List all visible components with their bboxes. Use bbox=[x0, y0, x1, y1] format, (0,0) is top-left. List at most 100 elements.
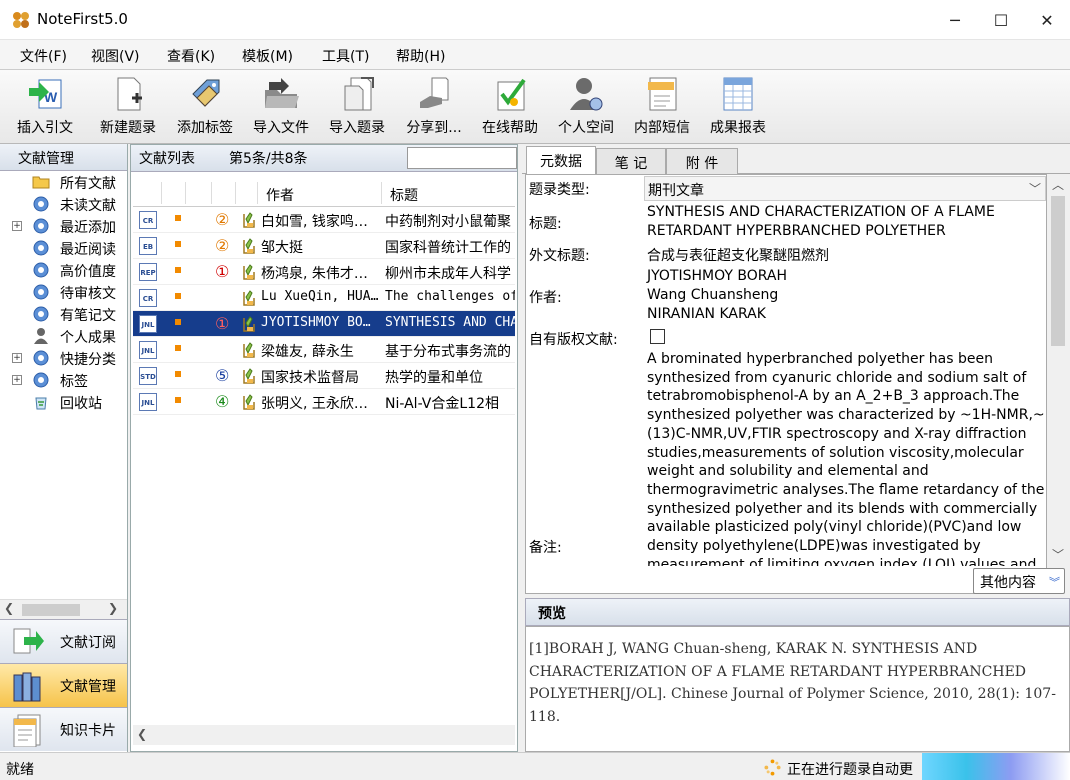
tree-item-tags[interactable]: + 标签 bbox=[12, 370, 127, 392]
literature-list-panel: 文献列表 第5条/共8条 作者 标题 CR ② 白如雪, 钱家鸣… 中药制剂对小鼠葡聚… bbox=[130, 144, 518, 752]
priority-badge: ① bbox=[215, 314, 230, 333]
row-title: 中药制剂对小鼠葡聚 bbox=[385, 214, 511, 230]
internal-message-button[interactable]: 内部短信 bbox=[627, 74, 697, 140]
search-folder-icon bbox=[33, 262, 49, 278]
tree-item-high-value[interactable]: 高价值度 bbox=[12, 260, 127, 282]
tree-item-unread[interactable]: 未读文献 bbox=[12, 194, 127, 216]
nav-knowledge-card[interactable]: 知识卡片 bbox=[0, 707, 127, 751]
scroll-down-icon[interactable]: ﹀ bbox=[1052, 546, 1064, 563]
insert-citation-button[interactable]: W 插入引文 bbox=[10, 74, 80, 140]
table-row[interactable]: JNL 梁雄友, 薛永生 基于分布式事务流的 bbox=[133, 337, 515, 363]
abstract-text[interactable]: A brominated hyperbranched polyether has… bbox=[647, 350, 1046, 566]
table-row[interactable]: CR Lu XueQin, HUA… The challenges of bbox=[133, 285, 515, 311]
tree-item-all[interactable]: 所有文献 bbox=[12, 172, 127, 194]
import-file-button[interactable]: 导入文件 bbox=[246, 74, 316, 140]
tree-horizontal-scrollbar[interactable]: ❮ ❯ bbox=[0, 599, 127, 619]
priority-badge: ⑤ bbox=[215, 366, 230, 385]
menu-view[interactable]: 视图(V) bbox=[91, 46, 140, 66]
tree-item-quick-category[interactable]: + 快捷分类 bbox=[12, 348, 127, 370]
left-panel-header: 文献管理 bbox=[0, 144, 127, 171]
menu-browse[interactable]: 查看(K) bbox=[167, 46, 215, 66]
share-button[interactable]: 分享到... bbox=[399, 74, 469, 140]
tree-item-personal-results[interactable]: 个人成果 bbox=[12, 326, 127, 348]
literature-grid: 作者 标题 CR ② 白如雪, 钱家鸣… 中药制剂对小鼠葡聚 EB ② 邹大挺 国家科普统计工… bbox=[133, 180, 515, 720]
add-tag-button[interactable]: 添加标签 bbox=[170, 74, 240, 140]
tab-notes[interactable]: 笔 记 bbox=[596, 148, 666, 175]
tree-item-with-notes[interactable]: 有笔记文 bbox=[12, 304, 127, 326]
scroll-left-icon[interactable]: ❮ bbox=[4, 601, 14, 615]
record-type-icon: CR bbox=[139, 289, 157, 307]
tree-item-recycle-bin[interactable]: 回收站 bbox=[12, 392, 127, 414]
menu-tools[interactable]: 工具(T) bbox=[322, 46, 369, 66]
expand-icon[interactable]: + bbox=[12, 221, 22, 231]
table-row[interactable]: STD ⑤ 国家技术监督局 热学的量和单位 bbox=[133, 363, 515, 389]
record-type-select[interactable]: 期刊文章 ﹀ bbox=[644, 176, 1046, 201]
title-value-line1[interactable]: SYNTHESIS AND CHARACTERIZATION OF A FLAM… bbox=[647, 204, 995, 220]
internal-message-icon bbox=[648, 77, 677, 111]
tree-item-recent-read[interactable]: 最近阅读 bbox=[12, 238, 127, 260]
other-content-button[interactable]: 其他内容 ︾ bbox=[973, 568, 1065, 594]
table-row[interactable]: EB ② 邹大挺 国家科普统计工作的 bbox=[133, 233, 515, 259]
column-title[interactable]: 标题 bbox=[390, 185, 418, 205]
tree-item-recent-added[interactable]: + 最近添加 bbox=[12, 216, 127, 238]
table-row[interactable]: CR ② 白如雪, 钱家鸣… 中药制剂对小鼠葡聚 bbox=[133, 207, 515, 233]
tab-metadata[interactable]: 元数据 bbox=[526, 146, 596, 175]
online-help-button[interactable]: 在线帮助 bbox=[475, 74, 545, 140]
scroll-up-icon[interactable]: ︿ bbox=[1052, 176, 1064, 193]
row-author: 张明义, 王永欣… bbox=[261, 396, 368, 412]
priority-badge: ① bbox=[215, 262, 230, 281]
menu-template[interactable]: 模板(M) bbox=[242, 46, 293, 66]
author-value[interactable]: NIRANIAN KARAK bbox=[647, 306, 766, 322]
row-title: 基于分布式事务流的 bbox=[385, 344, 511, 360]
close-button[interactable]: ✕ bbox=[1024, 0, 1070, 40]
menu-help[interactable]: 帮助(H) bbox=[396, 46, 445, 66]
attachment-icon bbox=[243, 212, 255, 228]
report-icon bbox=[723, 77, 753, 111]
record-type-icon: EB bbox=[139, 237, 157, 255]
attachment-icon bbox=[243, 264, 255, 280]
import-record-button[interactable]: 导入题录 bbox=[322, 74, 392, 140]
share-icon bbox=[420, 77, 449, 108]
table-row[interactable]: REP ① 杨鸿泉, 朱伟才… 柳州市未成年人科学 bbox=[133, 259, 515, 285]
literature-list-header: 文献列表 第5条/共8条 bbox=[131, 145, 517, 172]
expand-icon[interactable]: + bbox=[12, 375, 22, 385]
menu-file[interactable]: 文件(F) bbox=[20, 46, 67, 66]
nav-subscription[interactable]: 文献订阅 bbox=[0, 619, 127, 663]
recycle-bin-icon bbox=[35, 397, 47, 410]
copyright-checkbox[interactable] bbox=[650, 329, 665, 344]
status-decoration bbox=[922, 753, 1070, 780]
metadata-scrollbar[interactable]: ︿ ﹀ bbox=[1048, 174, 1068, 564]
foreign-title-value[interactable]: 合成与表征超支化聚醚阻燃剂 bbox=[647, 245, 829, 265]
search-folder-icon bbox=[33, 240, 49, 256]
online-help-icon bbox=[497, 78, 526, 111]
row-author: 杨鸿泉, 朱伟才… bbox=[261, 266, 368, 282]
row-author: Lu XueQin, HUA… bbox=[261, 289, 379, 304]
tab-attachments[interactable]: 附 件 bbox=[666, 148, 738, 175]
tree-item-pending-review[interactable]: 待审核文 bbox=[12, 282, 127, 304]
personal-space-button[interactable]: 个人空间 bbox=[551, 74, 621, 140]
maximize-button[interactable]: ☐ bbox=[978, 0, 1024, 40]
minimize-button[interactable]: ─ bbox=[932, 0, 978, 40]
grid-header: 作者 标题 bbox=[133, 180, 515, 207]
table-row[interactable]: JNL ① JYOTISHMOY BO… SYNTHESIS AND CHA bbox=[133, 311, 515, 337]
scrollbar-thumb[interactable] bbox=[22, 604, 80, 616]
row-title: 国家科普统计工作的 bbox=[385, 240, 511, 256]
list-search-input[interactable] bbox=[407, 147, 517, 169]
unread-marker-icon bbox=[175, 319, 181, 325]
column-author[interactable]: 作者 bbox=[266, 185, 294, 205]
scrollbar-thumb[interactable] bbox=[1051, 196, 1065, 346]
new-record-button[interactable]: 新建题录 bbox=[93, 74, 163, 140]
nav-library-management[interactable]: 文献管理 bbox=[0, 663, 127, 707]
author-value[interactable]: Wang Chuansheng bbox=[647, 287, 778, 303]
expand-icon[interactable]: + bbox=[12, 353, 22, 363]
scroll-right-icon[interactable]: ❯ bbox=[108, 601, 118, 615]
window-title: NoteFirst5.0 bbox=[37, 10, 128, 28]
title-value-line2[interactable]: RETARDANT HYPERBRANCHED POLYETHER bbox=[647, 223, 946, 239]
report-button[interactable]: 成果报表 bbox=[703, 74, 773, 140]
scroll-left-icon[interactable]: ❮ bbox=[137, 727, 147, 741]
row-author: 梁雄友, 薛永生 bbox=[261, 344, 354, 360]
table-row[interactable]: JNL ④ 张明义, 王永欣… Ni-Al-V合金L12相 bbox=[133, 389, 515, 415]
author-value[interactable]: JYOTISHMOY BORAH bbox=[647, 268, 787, 284]
unread-marker-icon bbox=[175, 293, 181, 299]
list-horizontal-scrollbar[interactable]: ❮ bbox=[133, 725, 515, 745]
